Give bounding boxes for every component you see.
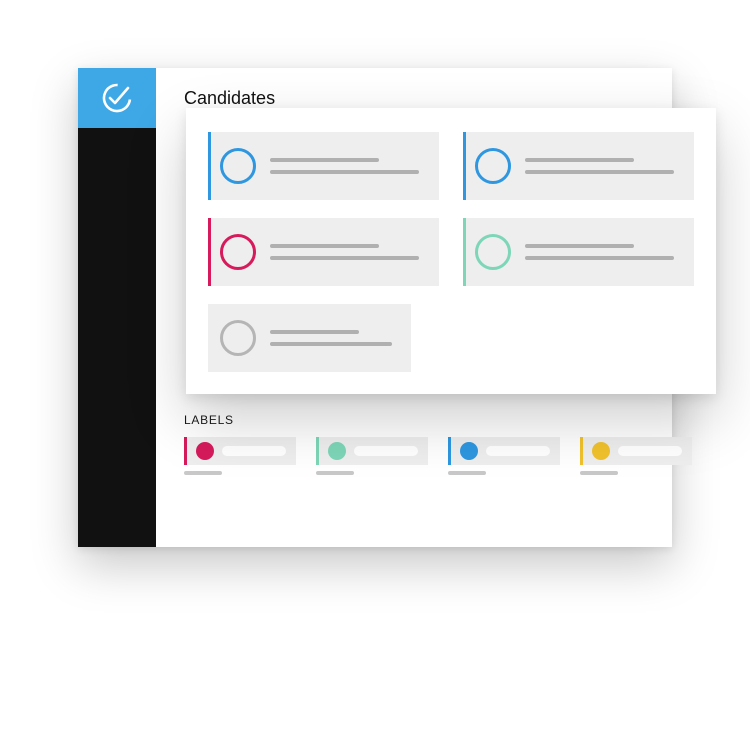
label-subtext-placeholder — [448, 471, 486, 475]
label-dot-icon — [196, 442, 214, 460]
labels-list — [184, 437, 692, 475]
candidate-card[interactable] — [208, 218, 439, 286]
candidate-text-placeholder — [270, 244, 425, 260]
label-chip[interactable] — [448, 437, 560, 475]
avatar-ring-icon — [475, 234, 511, 270]
label-name-placeholder — [222, 446, 286, 456]
candidate-card[interactable] — [463, 132, 694, 200]
label-dot-icon — [328, 442, 346, 460]
page-title: Candidates — [184, 88, 692, 109]
label-subtext-placeholder — [184, 471, 222, 475]
candidate-text-placeholder — [525, 244, 680, 260]
label-dot-icon — [592, 442, 610, 460]
label-subtext-placeholder — [580, 471, 618, 475]
label-subtext-placeholder — [316, 471, 354, 475]
candidates-grid — [208, 132, 694, 372]
label-name-placeholder — [618, 446, 682, 456]
label-name-placeholder — [354, 446, 418, 456]
candidates-panel — [186, 108, 716, 394]
label-chip[interactable] — [184, 437, 296, 475]
avatar-ring-icon — [475, 148, 511, 184]
avatar-ring-icon — [220, 148, 256, 184]
candidate-text-placeholder — [270, 158, 425, 174]
avatar-ring-icon — [220, 320, 256, 356]
candidate-card[interactable] — [208, 304, 411, 372]
candidate-card[interactable] — [208, 132, 439, 200]
labels-section-title: LABELS — [184, 413, 692, 427]
sidebar — [78, 68, 156, 547]
label-name-placeholder — [486, 446, 550, 456]
avatar-ring-icon — [220, 234, 256, 270]
label-dot-icon — [460, 442, 478, 460]
label-chip[interactable] — [580, 437, 692, 475]
candidate-text-placeholder — [525, 158, 680, 174]
logo-check-icon — [99, 80, 135, 116]
candidate-text-placeholder — [270, 330, 397, 346]
candidate-card[interactable] — [463, 218, 694, 286]
logo[interactable] — [78, 68, 156, 128]
label-chip[interactable] — [316, 437, 428, 475]
